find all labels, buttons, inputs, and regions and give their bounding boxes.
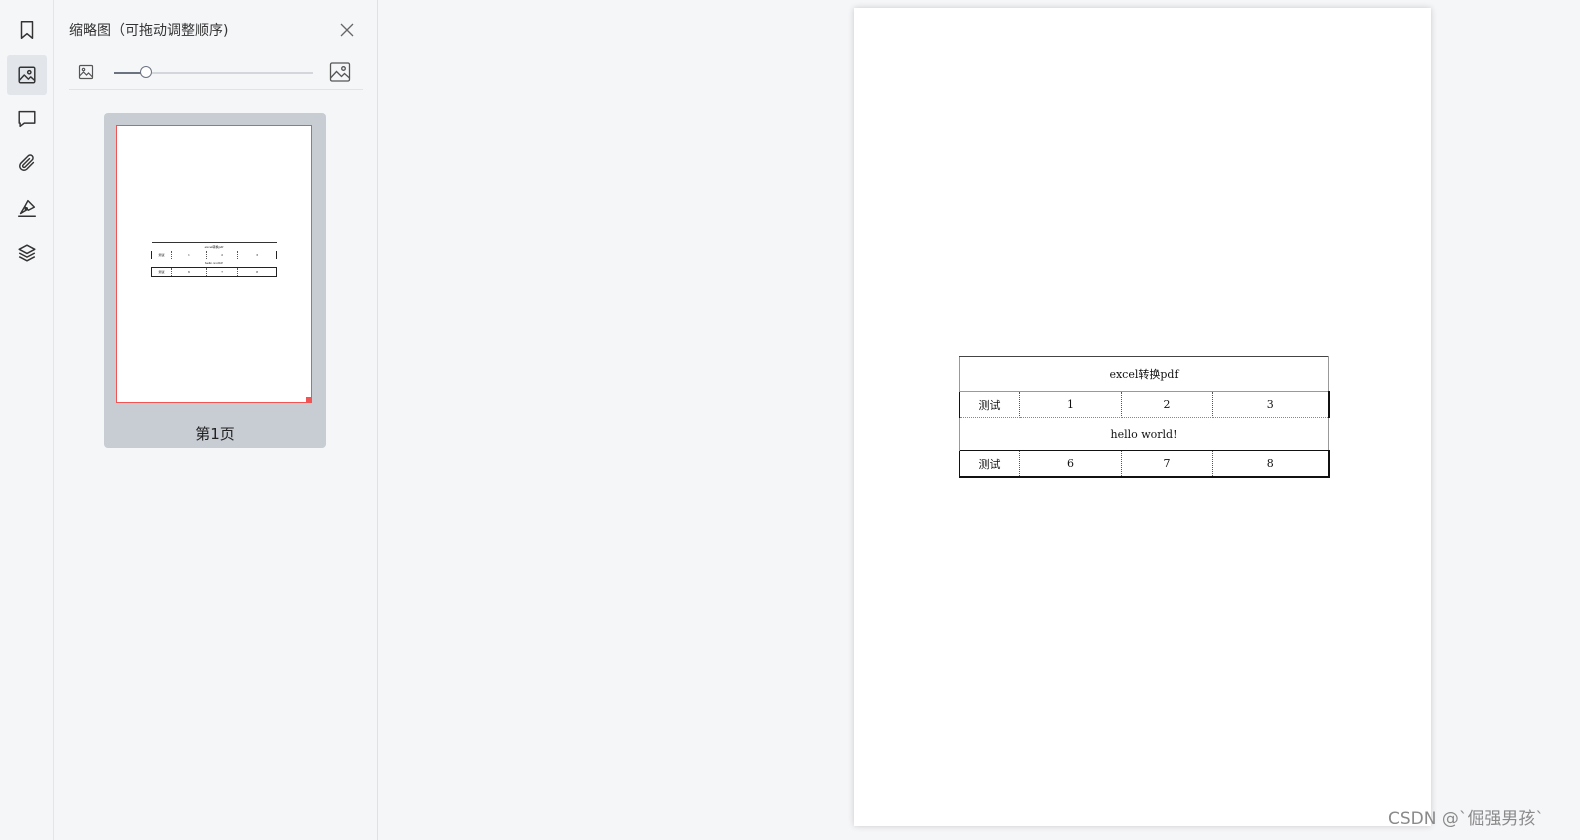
thumbnail-cell: 7 [206,267,239,277]
layers-icon [18,244,36,262]
table-title-cell: excel转换pdf [959,356,1329,392]
thumbnail-cell: 测试 [151,267,172,277]
thumbnail-page-label: 第1页 [195,425,235,443]
document-page: excel转换pdf 测试 1 2 3 hello world! 测试 6 7 … [854,8,1431,826]
panel-close-button[interactable] [337,20,357,40]
thumbnail-table-title: excel转换pdf [151,242,277,251]
panel-title: 缩略图（可拖动调整顺序) [69,23,229,39]
thumbnail-cell: 3 [237,251,277,259]
watermark-text: CSDN @`倔强男孩` [1388,809,1544,829]
attachment-button[interactable] [7,143,47,183]
panel-divider [69,89,363,90]
comment-icon [18,110,36,128]
document-table: excel转换pdf 测试 1 2 3 hello world! 测试 6 7 … [959,356,1330,478]
zoom-slider[interactable] [114,66,313,78]
thumbnail-table-preview: excel转换pdf 测试 1 2 3 hello world! 测试 6 7 … [151,242,277,277]
table-cell: 6 [1019,450,1122,478]
table-cell: 8 [1212,450,1330,478]
bookmark-button[interactable] [7,10,47,50]
bookmark-icon [20,21,34,39]
close-icon [340,23,354,37]
thumbnail-button[interactable] [7,55,47,95]
zoom-out-button[interactable] [76,62,96,82]
small-image-icon [78,64,94,80]
layers-button[interactable] [7,233,47,273]
document-viewer[interactable]: excel转换pdf 测试 1 2 3 hello world! 测试 6 7 … [378,0,1580,840]
thumbnail-cell: 6 [171,267,207,277]
thumbnail-cell: 测试 [151,251,172,259]
thumbnail-icon [18,66,36,84]
table-cell: 测试 [959,391,1020,418]
table-cell: 7 [1121,450,1213,478]
table-cell: 1 [1019,391,1122,418]
zoom-slider-handle[interactable] [140,66,152,78]
table-cell: 测试 [959,450,1020,478]
large-image-icon [329,62,351,82]
table-cell: 3 [1212,391,1330,418]
table-merged-cell: hello world! [959,417,1329,451]
page-thumbnail-1[interactable]: excel转换pdf 测试 1 2 3 hello world! 测试 6 7 … [104,113,326,448]
thumbnail-cell: 8 [237,267,277,277]
thumbnail-merged-cell: hello world! [204,261,224,265]
attachment-icon [19,154,35,171]
zoom-in-button[interactable] [328,60,352,84]
thumbnail-panel: 缩略图（可拖动调整顺序) excel转换pdf 测试 1 2 3 hello w… [54,0,378,840]
thumbnail-cell: 1 [171,251,207,259]
signature-button[interactable] [7,188,47,228]
signature-icon [18,199,36,217]
table-cell: 2 [1121,391,1213,418]
thumbnail-page-preview: excel转换pdf 测试 1 2 3 hello world! 测试 6 7 … [116,125,312,403]
thumbnail-resize-handle[interactable] [306,397,312,403]
thumbnail-cell: 2 [205,251,238,259]
comment-button[interactable] [7,99,47,139]
sidebar-rail [0,0,54,840]
